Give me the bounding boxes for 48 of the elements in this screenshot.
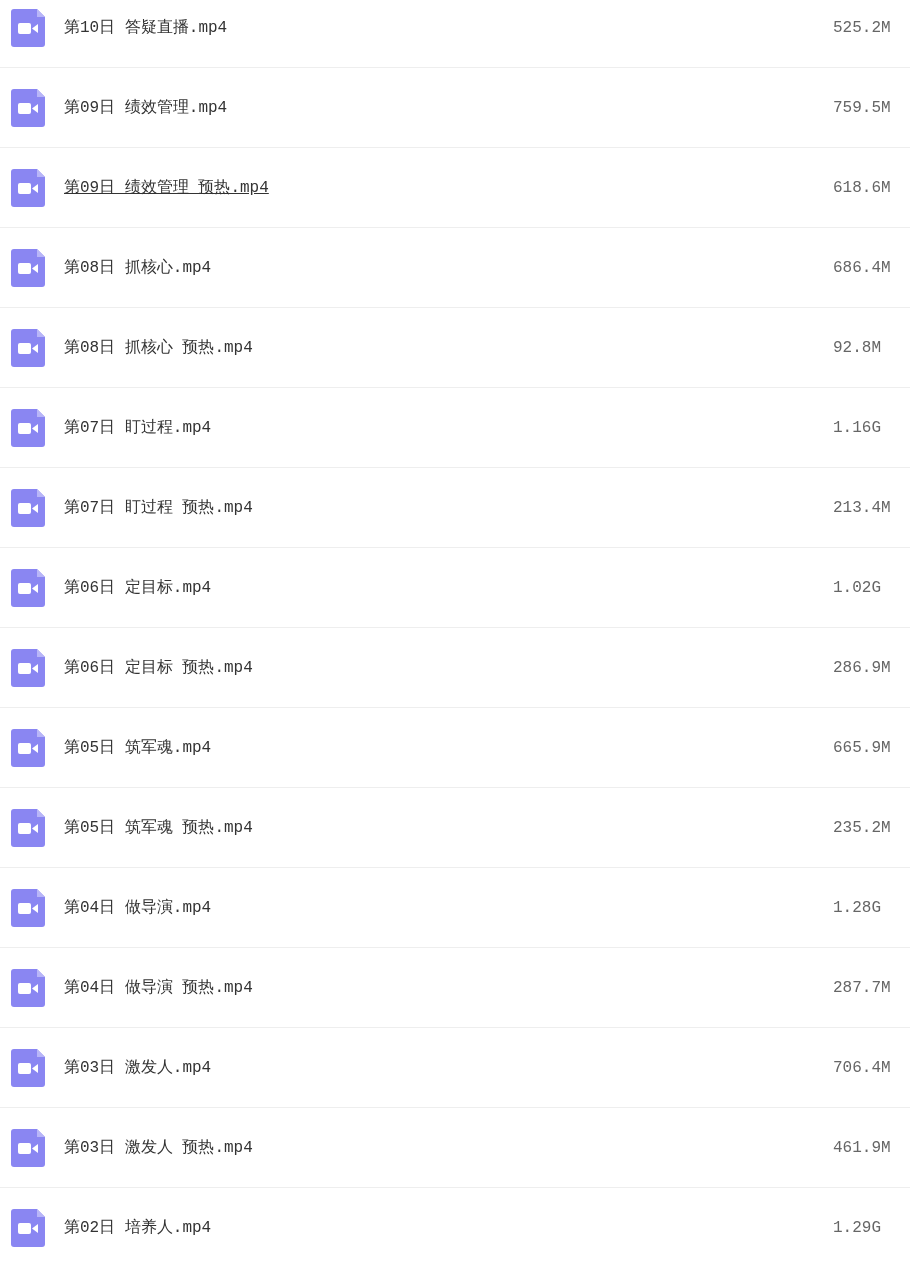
video-file-icon [11, 328, 45, 367]
file-name-link[interactable]: 第06日 定目标.mp4 [64, 577, 833, 598]
file-name-link[interactable]: 第03日 激发人 预热.mp4 [64, 1137, 833, 1158]
file-size: 525.2M [833, 18, 892, 37]
video-file-icon [11, 8, 45, 47]
file-size: 686.4M [833, 258, 892, 277]
video-file-icon [11, 648, 45, 687]
file-size: 286.9M [833, 658, 892, 677]
file-name-link[interactable]: 第05日 筑军魂.mp4 [64, 737, 833, 758]
file-name-link[interactable]: 第07日 盯过程.mp4 [64, 417, 833, 438]
file-size: 213.4M [833, 498, 892, 517]
file-name-link[interactable]: 第10日 答疑直播.mp4 [64, 17, 833, 38]
file-size: 706.4M [833, 1058, 892, 1077]
video-file-icon [11, 1128, 45, 1167]
file-size: 665.9M [833, 738, 892, 757]
video-file-icon [11, 568, 45, 607]
video-file-icon [11, 488, 45, 527]
file-name-link[interactable]: 第08日 抓核心 预热.mp4 [64, 337, 833, 358]
video-file-icon [11, 248, 45, 287]
video-file-icon [11, 968, 45, 1007]
file-size: 92.8M [833, 338, 882, 357]
file-size: 287.7M [833, 978, 892, 997]
video-file-icon [11, 168, 45, 207]
file-name-link[interactable]: 第02日 培养人.mp4 [64, 1217, 833, 1238]
file-size: 235.2M [833, 818, 892, 837]
file-name-link[interactable]: 第03日 激发人.mp4 [64, 1057, 833, 1078]
file-name-link[interactable]: 第04日 做导演.mp4 [64, 897, 833, 918]
file-name-link[interactable]: 第09日 绩效管理.mp4 [64, 97, 833, 118]
video-file-icon [11, 728, 45, 767]
video-file-icon [11, 408, 45, 447]
video-file-icon [11, 88, 45, 127]
file-name-link[interactable]: 第07日 盯过程 预热.mp4 [64, 497, 833, 518]
video-file-icon [11, 808, 45, 847]
file-size: 1.29G [833, 1218, 882, 1237]
file-name-link[interactable]: 第06日 定目标 预热.mp4 [64, 657, 833, 678]
video-file-icon [11, 888, 45, 927]
video-file-icon [11, 1048, 45, 1087]
file-name-link[interactable]: 第09日 绩效管理 预热.mp4 [64, 177, 833, 198]
file-name-link[interactable]: 第05日 筑军魂 预热.mp4 [64, 817, 833, 838]
file-name-link[interactable]: 第04日 做导演 预热.mp4 [64, 977, 833, 998]
file-size: 1.28G [833, 898, 882, 917]
file-size: 618.6M [833, 178, 892, 197]
file-name-link[interactable]: 第08日 抓核心.mp4 [64, 257, 833, 278]
file-size: 759.5M [833, 98, 892, 117]
file-size: 1.16G [833, 418, 882, 437]
file-size: 1.02G [833, 578, 882, 597]
file-size: 461.9M [833, 1138, 892, 1157]
video-file-icon [11, 1208, 45, 1247]
